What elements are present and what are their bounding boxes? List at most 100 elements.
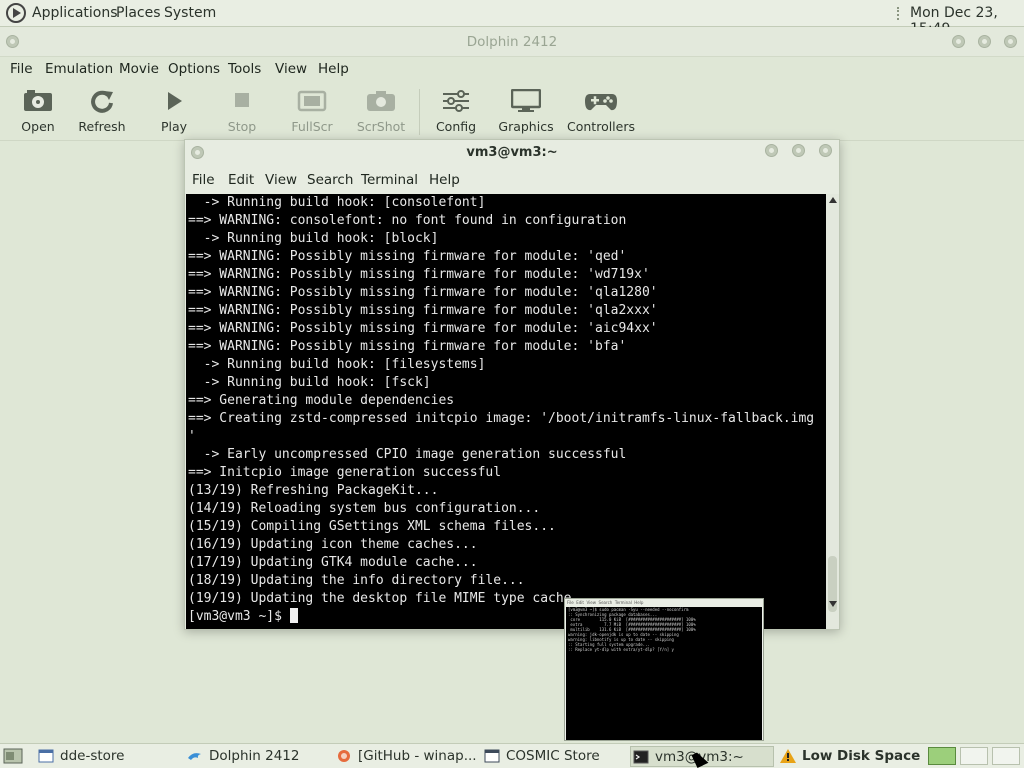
menu-movie[interactable]: Movie [119,61,159,77]
terminal-prompt: [vm3@vm3 ~]$ [188,609,290,624]
gamepad-icon [585,94,617,111]
terminal-menu-file[interactable]: File [192,172,215,188]
terminal-line: ==> WARNING: Possibly missing firmware f… [188,285,658,300]
terminal-maximize-icon[interactable] [792,144,805,157]
panel-handle-icon [897,7,901,20]
workspace-1[interactable] [928,747,956,765]
terminal-scrollbar[interactable] [826,194,839,629]
terminal-line: (17/19) Updating GTK4 module cache... [188,555,478,570]
terminal-menu-view[interactable]: View [265,172,297,188]
terminal-line: (16/19) Updating icon theme caches... [188,537,478,552]
toolbar-separator [419,89,420,135]
fullscreen-icon [297,90,327,112]
browser-icon [338,750,350,762]
play-icon [168,92,182,110]
task-dolphin[interactable]: Dolphin 2412 [185,746,325,767]
controllers-label: Controllers [567,119,635,134]
terminal-menu-search[interactable]: Search [307,172,353,188]
task-dde-store[interactable]: dde-store [36,746,176,767]
menu-file[interactable]: File [10,61,33,77]
terminal-window: vm3@vm3:~ File Edit View Search Terminal… [184,139,840,630]
open-label: Open [21,119,55,134]
dolphin-icon [188,753,201,760]
terminal-line: ==> WARNING: Possibly missing firmware f… [188,303,658,318]
task-label: [GitHub - winap... [358,748,477,764]
stop-icon [235,93,249,107]
terminal-output[interactable]: -> Running build hook: [consolefont] ==>… [186,194,826,629]
scroll-up-arrow-icon[interactable] [829,197,837,203]
preview-menubar: File Edit View Search Terminal Help [565,599,763,607]
task-low-disk-space[interactable]: Low Disk Space [778,746,920,767]
window-icon [484,749,500,763]
controllers-button[interactable]: Controllers [566,85,636,139]
task-label: dde-store [60,748,125,764]
applications-menu[interactable]: Applications [32,5,118,21]
task-firefox-github[interactable]: [GitHub - winap... [334,746,477,767]
terminal-close-icon[interactable] [819,144,832,157]
task-label: Low Disk Space [802,748,921,764]
warning-icon [780,749,796,763]
terminal-line: -> Early uncompressed CPIO image generat… [188,447,627,462]
window-title: Dolphin 2412 [466,34,558,50]
menu-emulation[interactable]: Emulation [45,61,113,77]
show-desktop-icon[interactable] [3,748,23,764]
terminal-line: ' [188,429,196,444]
terminal-line: ==> WARNING: Possibly missing firmware f… [188,267,650,282]
menu-options[interactable]: Options [168,61,220,77]
preview-line: :: Replace yt-dlp with extra/yt-dlp? [Y/… [568,647,674,652]
terminal-line: ==> Initcpio image generation successful [188,465,502,480]
screenshot-button[interactable]: ScrShot [349,85,413,139]
minimize-icon[interactable] [952,35,965,48]
monitor-icon [511,89,541,112]
refresh-icon [91,90,113,113]
terminal-titlebar[interactable]: vm3@vm3:~ [185,140,839,166]
terminal-menu-edit[interactable]: Edit [228,172,254,188]
terminal-line: -> Running build hook: [block] [188,231,439,246]
text-cursor [289,608,298,623]
play-label: Play [160,119,188,134]
window-preview-thumbnail[interactable]: File Edit View Search Terminal Help [vm3… [564,598,764,741]
workspace-2[interactable] [960,747,988,765]
open-button[interactable]: Open [6,85,70,139]
stop-button[interactable]: Stop [210,85,274,139]
menu-tools[interactable]: Tools [228,61,261,77]
fullscreen-label: FullScr [291,119,333,134]
maximize-icon[interactable] [978,35,991,48]
system-menu[interactable]: System [164,5,216,21]
bottom-panel: dde-store Dolphin 2412 [GitHub - winap..… [0,743,1024,768]
terminal-minimize-icon[interactable] [765,144,778,157]
dolphin-titlebar[interactable]: Dolphin 2412 [0,27,1024,57]
top-panel: Applications Places System Mon Dec 23, 1… [0,0,1024,37]
config-button[interactable]: Config [424,85,488,139]
menu-help[interactable]: Help [318,61,349,77]
terminal-line: ==> WARNING: Possibly missing firmware f… [188,249,627,264]
sliders-icon [443,90,469,112]
terminal-line: -> Running build hook: [fsck] [188,375,431,390]
task-cosmic-store[interactable]: COSMIC Store [482,746,622,767]
graphics-label: Graphics [498,119,554,134]
refresh-button[interactable]: Refresh [70,85,134,139]
disc-drive-icon [24,90,52,111]
preview-terminal: [vm3@vm3 ~]$ sudo pacman -Syu --needed -… [566,607,762,740]
places-menu[interactable]: Places [116,5,161,21]
terminal-icon [633,750,649,764]
terminal-menu-help[interactable]: Help [429,172,460,188]
play-button[interactable]: Play [142,85,206,139]
scroll-down-arrow-icon[interactable] [829,601,837,607]
terminal-menubar: File Edit View Search Terminal Help [185,166,839,194]
close-icon[interactable] [1004,35,1017,48]
config-label: Config [435,119,477,134]
terminal-line: -> Running build hook: [consolefont] [188,195,486,210]
applications-logo-icon[interactable] [6,3,26,23]
graphics-button[interactable]: Graphics [494,85,558,139]
terminal-line: -> Running build hook: [filesystems] [188,357,486,372]
fullscreen-button[interactable]: FullScr [280,85,344,139]
menu-view[interactable]: View [275,61,307,77]
window-icon [38,749,54,763]
terminal-line: ==> WARNING: Possibly missing firmware f… [188,321,658,336]
terminal-line: (14/19) Reloading system bus configurati… [188,501,541,516]
terminal-line: (18/19) Updating the info directory file… [188,573,525,588]
terminal-line: (13/19) Refreshing PackageKit... [188,483,439,498]
terminal-menu-terminal[interactable]: Terminal [361,172,418,188]
workspace-3[interactable] [992,747,1020,765]
